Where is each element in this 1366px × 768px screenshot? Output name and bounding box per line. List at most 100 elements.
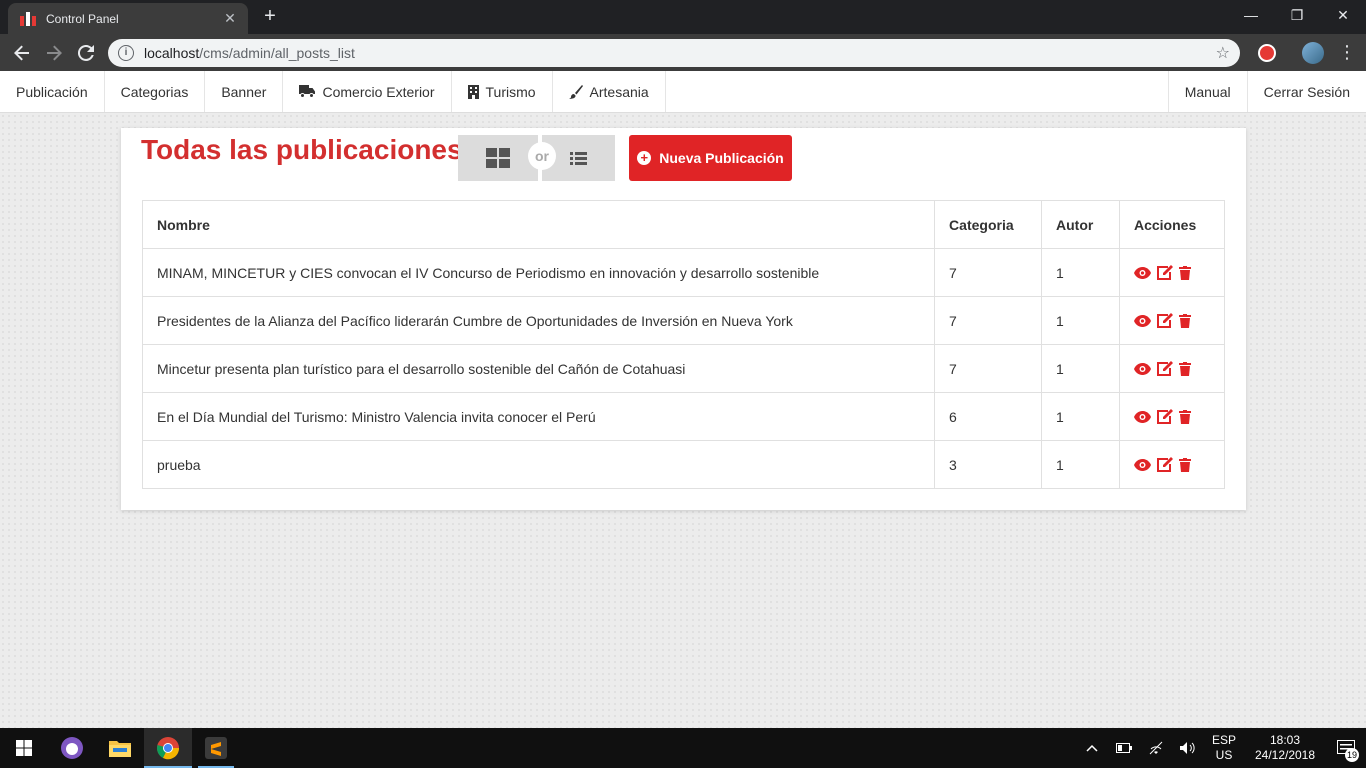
cell-acciones	[1118, 440, 1226, 489]
table-header-row: Nombre Categoria Autor Acciones	[141, 200, 1226, 249]
edit-icon[interactable]	[1156, 313, 1173, 328]
edit-icon[interactable]	[1156, 361, 1173, 376]
new-post-button[interactable]: + Nueva Publicación	[629, 135, 792, 181]
bookmark-star-icon[interactable]: ☆	[1216, 43, 1230, 63]
table-row: Mincetur presenta plan turístico para el…	[141, 344, 1226, 393]
table-row: MINAM, MINCETUR y CIES convocan el IV Co…	[141, 248, 1226, 297]
list-icon	[570, 151, 587, 165]
clock-date: 24/12/2018	[1254, 748, 1316, 762]
chevron-up-icon[interactable]	[1076, 728, 1108, 768]
lang-line2: US	[1215, 748, 1233, 762]
edit-icon[interactable]	[1156, 265, 1173, 280]
delete-trash-icon[interactable]	[1178, 265, 1191, 280]
page-title: Todas las publicaciones	[141, 134, 463, 165]
truck-icon	[299, 85, 316, 98]
reload-icon[interactable]	[70, 37, 102, 69]
url-path: /cms/admin/all_posts_list	[199, 44, 355, 61]
browser-toolbar: i localhost/cms/admin/all_posts_list ☆ ⋮	[0, 34, 1366, 71]
nav-item-turismo[interactable]: Turismo	[452, 71, 553, 112]
posts-card: Todas las publicaciones or + Nueva Publi…	[121, 128, 1246, 510]
nav-item-cerrar-sesion[interactable]: Cerrar Sesión	[1246, 71, 1366, 112]
cell-autor: 1	[1041, 248, 1120, 297]
nav-item-artesania[interactable]: Artesania	[553, 71, 666, 112]
notifications-icon[interactable]: 19	[1326, 728, 1366, 768]
edit-icon[interactable]	[1156, 457, 1173, 472]
clock-time: 18:03	[1269, 733, 1301, 747]
wifi-icon[interactable]	[1140, 728, 1172, 768]
sublime-text-icon[interactable]	[192, 728, 240, 768]
view-eye-icon[interactable]	[1133, 362, 1151, 375]
close-window-icon[interactable]: ✕	[1320, 0, 1366, 30]
profile-avatar-icon[interactable]	[1302, 41, 1324, 64]
browser-menu-icon[interactable]: ⋮	[1338, 42, 1356, 63]
cell-autor: 1	[1041, 392, 1120, 441]
browser-tab[interactable]: Control Panel ✕	[8, 3, 248, 34]
lang-line1: ESP	[1211, 733, 1236, 747]
site-info-icon[interactable]: i	[118, 44, 134, 61]
nav-item-manual[interactable]: Manual	[1167, 71, 1247, 112]
nav-item-publicacion[interactable]: Publicación	[0, 71, 105, 112]
back-arrow-icon[interactable]	[6, 37, 38, 69]
new-tab-button[interactable]: +	[258, 6, 282, 28]
nav-item-comercio-exterior[interactable]: Comercio Exterior	[283, 71, 452, 112]
nav-label: Artesania	[589, 83, 649, 100]
restore-icon[interactable]: ❐	[1274, 0, 1320, 30]
cell-acciones	[1118, 344, 1226, 393]
toggle-or-label: or	[528, 142, 556, 170]
app-navbar: Publicación Categorias Banner Comercio E…	[0, 71, 1366, 113]
cell-autor: 1	[1041, 296, 1120, 345]
forward-arrow-icon[interactable]	[38, 37, 70, 69]
nav-item-categorias[interactable]: Categorias	[105, 71, 206, 112]
table-row: En el Día Mundial del Turismo: Ministro …	[141, 392, 1226, 441]
chrome-taskbar-icon[interactable]	[144, 728, 192, 768]
nav-item-banner[interactable]: Banner	[205, 71, 284, 112]
cell-categoria: 6	[934, 392, 1043, 441]
url-host: localhost	[144, 44, 200, 61]
input-language[interactable]: ESP US	[1204, 733, 1244, 763]
battery-icon[interactable]	[1108, 728, 1140, 768]
delete-trash-icon[interactable]	[1178, 409, 1191, 424]
view-toggle: or	[458, 135, 615, 181]
cat-app-icon[interactable]	[48, 728, 96, 768]
extension-icon[interactable]	[1258, 43, 1276, 62]
cell-nombre: En el Día Mundial del Turismo: Ministro …	[141, 392, 936, 441]
start-windows-icon[interactable]	[0, 728, 48, 768]
nav-label: Comercio Exterior	[322, 83, 435, 100]
file-explorer-icon[interactable]	[96, 728, 144, 768]
volume-icon[interactable]	[1172, 728, 1204, 768]
system-tray: ESP US 18:03 24/12/2018 19	[1076, 728, 1366, 768]
window-controls: — ❐ ✕	[1228, 0, 1366, 30]
view-eye-icon[interactable]	[1133, 410, 1151, 423]
view-eye-icon[interactable]	[1133, 314, 1151, 327]
table-row: Presidentes de la Alianza del Pacífico l…	[141, 296, 1226, 345]
view-eye-icon[interactable]	[1133, 266, 1151, 279]
header-categoria[interactable]: Categoria	[934, 200, 1043, 249]
nav-label: Categorias	[120, 83, 189, 100]
delete-trash-icon[interactable]	[1178, 457, 1191, 472]
cell-nombre: prueba	[141, 440, 936, 489]
clock[interactable]: 18:03 24/12/2018	[1244, 733, 1326, 763]
edit-icon[interactable]	[1156, 409, 1173, 424]
cell-nombre: Presidentes de la Alianza del Pacífico l…	[141, 296, 936, 345]
cell-nombre: Mincetur presenta plan turístico para el…	[141, 344, 936, 393]
nav-label: Publicación	[16, 83, 88, 100]
delete-trash-icon[interactable]	[1178, 361, 1191, 376]
grid-view-button[interactable]	[458, 135, 538, 181]
nav-label: Cerrar Sesión	[1263, 83, 1350, 100]
row-actions	[1133, 409, 1210, 424]
row-actions	[1133, 457, 1210, 472]
url-text[interactable]: localhost/cms/admin/all_posts_list	[144, 45, 1216, 61]
view-eye-icon[interactable]	[1133, 458, 1151, 471]
header-autor[interactable]: Autor	[1041, 200, 1120, 249]
minimize-icon[interactable]: —	[1228, 0, 1274, 30]
header-nombre[interactable]: Nombre	[141, 200, 936, 249]
close-tab-icon[interactable]: ✕	[222, 10, 238, 27]
tab-title: Control Panel	[46, 11, 119, 26]
cell-categoria: 7	[934, 248, 1043, 297]
delete-trash-icon[interactable]	[1178, 313, 1191, 328]
address-bar[interactable]: i localhost/cms/admin/all_posts_list ☆	[108, 38, 1240, 67]
cell-acciones	[1118, 392, 1226, 441]
row-actions	[1133, 313, 1210, 328]
cell-categoria: 7	[934, 296, 1043, 345]
